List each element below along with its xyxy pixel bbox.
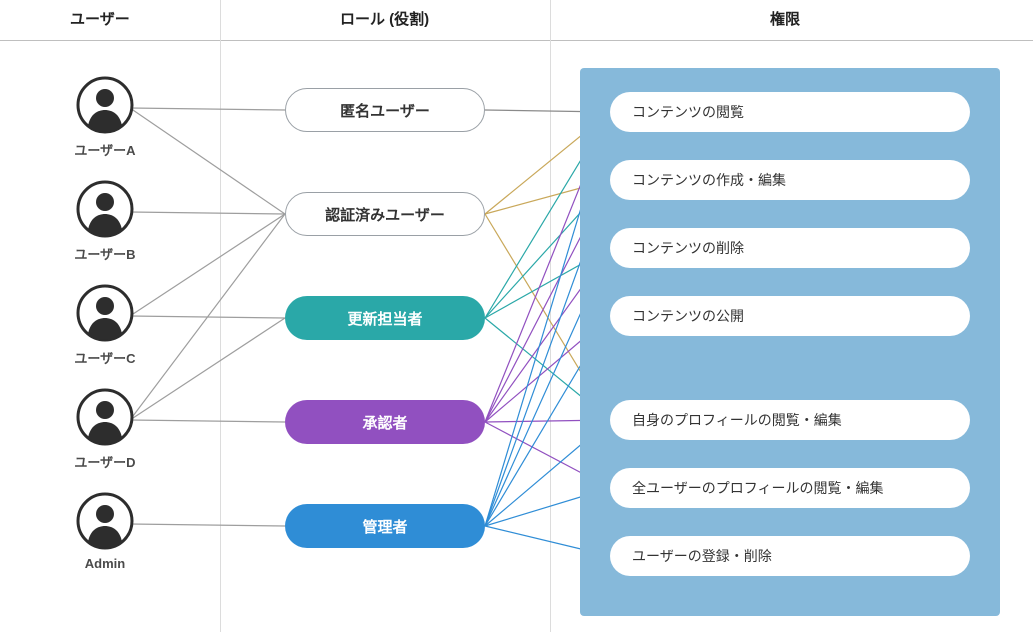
user-avatar-icon [76, 492, 134, 550]
user-label: ユーザーC [45, 348, 165, 367]
perm-user-mgmt: ユーザーの登録・削除 [610, 536, 970, 576]
role-label: 管理者 [362, 516, 407, 537]
column-header-roles: ロール (役割) [340, 8, 429, 29]
perm-label: ユーザーの登録・削除 [632, 546, 772, 566]
perm-view-content: コンテンツの閲覧 [610, 92, 970, 132]
perm-label: コンテンツの公開 [632, 306, 744, 326]
perm-label: 全ユーザーのプロフィールの閲覧・編集 [632, 478, 883, 498]
column-header-users: ユーザー [70, 8, 130, 29]
user-label: Admin [45, 556, 165, 571]
user-a: ユーザーA [45, 76, 165, 159]
role-editor: 更新担当者 [285, 296, 485, 340]
role-authenticated: 認証済みユーザー [285, 192, 485, 236]
user-label: ユーザーA [45, 140, 165, 159]
column-divider-1 [220, 0, 221, 632]
user-avatar-icon [76, 180, 134, 238]
user-avatar-icon [76, 284, 134, 342]
perm-delete-content: コンテンツの削除 [610, 228, 970, 268]
perm-label: 自身のプロフィールの閲覧・編集 [632, 410, 842, 430]
perm-label: コンテンツの作成・編集 [632, 170, 786, 190]
role-label: 更新担当者 [347, 308, 422, 329]
perm-label: コンテンツの削除 [632, 238, 744, 258]
column-header-perms: 権限 [770, 8, 800, 29]
perm-all-profiles: 全ユーザーのプロフィールの閲覧・編集 [610, 468, 970, 508]
perm-own-profile: 自身のプロフィールの閲覧・編集 [610, 400, 970, 440]
perm-edit-content: コンテンツの作成・編集 [610, 160, 970, 200]
perm-label: コンテンツの閲覧 [632, 102, 744, 122]
user-b: ユーザーB [45, 180, 165, 263]
user-c: ユーザーC [45, 284, 165, 367]
role-label: 匿名ユーザー [340, 100, 430, 121]
role-label: 認証済みユーザー [325, 204, 445, 225]
role-anonymous: 匿名ユーザー [285, 88, 485, 132]
diagram-root: ユーザー ロール (役割) 権限 ユーザーA ユーザーB ユーザーC ユーザーD… [0, 0, 1033, 632]
role-approver: 承認者 [285, 400, 485, 444]
user-d: ユーザーD [45, 388, 165, 471]
column-divider-2 [550, 0, 551, 632]
user-label: ユーザーD [45, 452, 165, 471]
permission-panel: コンテンツの閲覧 コンテンツの作成・編集 コンテンツの削除 コンテンツの公開 自… [580, 68, 1000, 616]
user-avatar-icon [76, 76, 134, 134]
user-admin: Admin [45, 492, 165, 571]
header-divider [0, 40, 1033, 41]
role-label: 承認者 [362, 412, 407, 433]
perm-publish-content: コンテンツの公開 [610, 296, 970, 336]
user-avatar-icon [76, 388, 134, 446]
role-admin: 管理者 [285, 504, 485, 548]
user-label: ユーザーB [45, 244, 165, 263]
